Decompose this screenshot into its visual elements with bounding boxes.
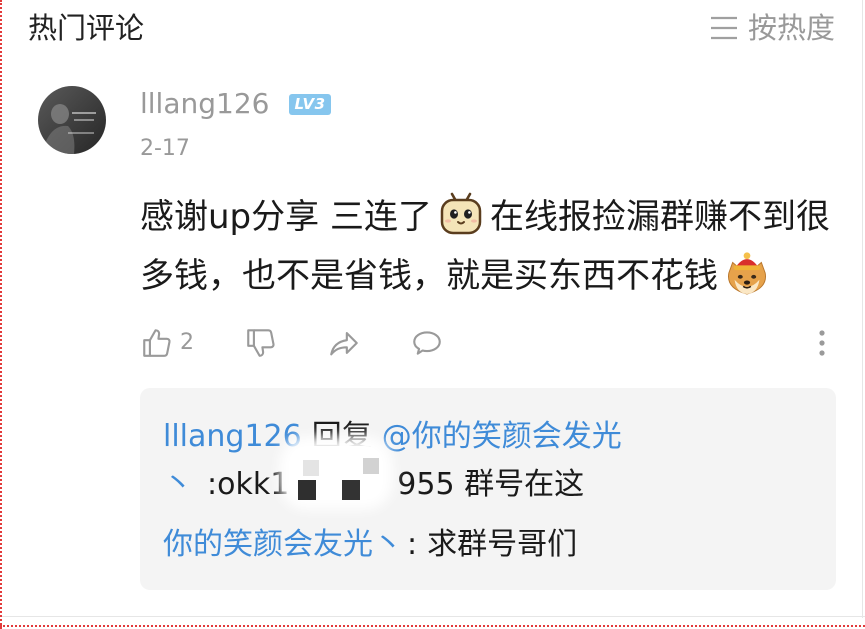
doge-red-hat-emoji-icon	[728, 251, 766, 295]
section-title: 热门评论	[28, 11, 145, 45]
user-avatar-icon	[38, 86, 106, 154]
thumbs-up-icon	[143, 329, 171, 357]
sort-label: 按热度	[747, 11, 835, 45]
comment-segment: 在线报捡漏群赚不到很	[489, 197, 830, 237]
reply-content: 955 群号在这	[397, 467, 585, 502]
like-button[interactable]	[140, 326, 174, 360]
avatar[interactable]	[38, 86, 106, 154]
more-vertical-icon	[819, 330, 825, 356]
thumbs-down-icon	[247, 329, 275, 357]
mosaic-pixel	[303, 460, 319, 476]
mosaic-pixel	[298, 480, 316, 500]
tv-face-emoji-icon	[440, 192, 482, 234]
reply-author[interactable]: lllang126	[163, 413, 302, 461]
comment-segment: 多钱，也不是省钱，就是买东西不花钱	[140, 256, 718, 296]
bottom-dotted-edge	[0, 625, 865, 627]
reply-button[interactable]	[410, 326, 444, 360]
comment-header: lllang126 LV3	[140, 86, 331, 122]
share-icon	[330, 332, 358, 356]
menu-lines-icon	[710, 16, 737, 40]
comment-segment: 感谢up分享 三连了	[140, 197, 432, 237]
reply-mention[interactable]: @你的笑颜会发光	[382, 413, 622, 461]
reply-separator: :	[407, 527, 418, 562]
like-count: 2	[180, 330, 194, 355]
username[interactable]: lllang126	[140, 86, 269, 122]
left-dotted-edge	[0, 0, 2, 629]
sort-button[interactable]: 按热度	[710, 8, 835, 48]
reply-content: 求群号哥们	[427, 527, 578, 562]
comment-section: 热门评论 按热度 lllang126 LV3 2-17 感谢up分享 三连了 在…	[0, 0, 865, 629]
replies-box[interactable]: lllang126 回复 @你的笑颜会发光 丶 :okk1 955 群号在这 你…	[140, 388, 836, 590]
share-button[interactable]	[327, 326, 361, 360]
privacy-mosaic	[283, 440, 389, 506]
bottom-divider	[0, 616, 865, 617]
right-edge	[862, 0, 863, 618]
reply-line: lllang126 回复 @你的笑颜会发光	[163, 413, 622, 461]
mosaic-pixel	[363, 458, 379, 474]
mosaic-pixel	[342, 480, 360, 500]
comment-bubble-icon	[413, 331, 441, 355]
reply-author[interactable]: 你的笑颜会友光丶	[163, 521, 403, 569]
comment-line: 多钱，也不是省钱，就是买东西不花钱	[140, 243, 830, 302]
comment-line: 感谢up分享 三连了 在线报捡漏群赚不到很	[140, 184, 830, 243]
comment-text: 感谢up分享 三连了 在线报捡漏群赚不到很 多钱，也不是省钱，就是买东西不花钱	[140, 184, 830, 302]
level-badge: LV3	[289, 93, 331, 115]
reply-line: 你的笑颜会友光丶 : 求群号哥们	[163, 521, 577, 569]
reply-mention-tail[interactable]: 丶	[163, 461, 193, 509]
comment-date: 2-17	[140, 136, 190, 161]
reply-content: :okk1	[207, 467, 290, 502]
more-button[interactable]	[813, 326, 831, 360]
dislike-button[interactable]	[244, 326, 278, 360]
